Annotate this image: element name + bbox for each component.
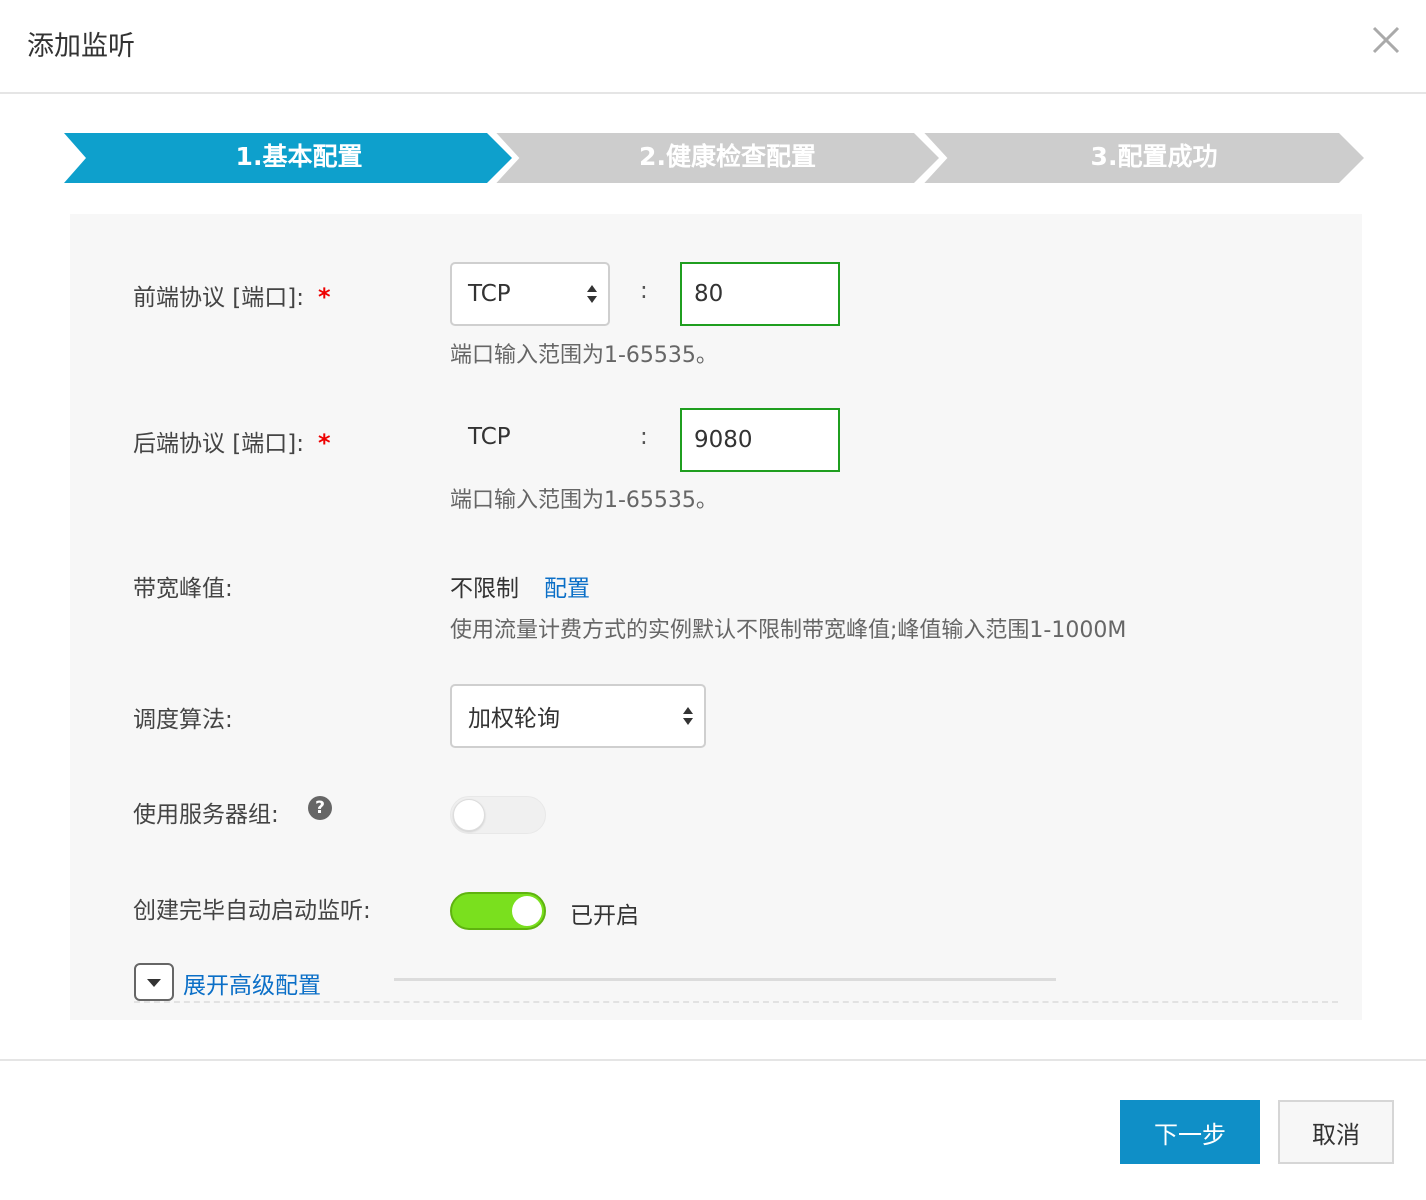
bandwidth-label: 带宽峰值:	[133, 576, 233, 602]
server-group-toggle[interactable]	[450, 796, 546, 834]
frontend-port-input[interactable]: 80	[680, 262, 840, 326]
scheduler-label: 调度算法:	[133, 707, 233, 733]
frontend-port-hint: 端口输入范围为1-65535。	[450, 343, 718, 368]
scheduler-select[interactable]: 加权轮询	[450, 684, 706, 748]
cancel-button[interactable]: 取消	[1278, 1100, 1394, 1164]
dialog-header: 添加监听	[0, 0, 1426, 94]
backend-protocol-label: 后端协议 [端口]: *	[133, 424, 331, 458]
step-1-label: 1.基本配置	[235, 142, 363, 171]
backend-colon: :	[640, 424, 648, 450]
autostart-toggle[interactable]	[450, 892, 546, 930]
frontend-protocol-select[interactable]: TCP	[450, 262, 610, 326]
next-button[interactable]: 下一步	[1120, 1100, 1260, 1164]
chevron-down-icon	[147, 979, 161, 987]
expand-advanced-link[interactable]: 展开高级配置	[183, 966, 321, 1000]
dashed-divider	[134, 1001, 1338, 1003]
toggle-knob	[453, 799, 485, 831]
frontend-protocol-label: 前端协议 [端口]: *	[133, 278, 331, 312]
bandwidth-hint: 使用流量计费方式的实例默认不限制带宽峰值;峰值输入范围1-1000M	[450, 618, 1127, 643]
backend-protocol-value: TCP	[468, 424, 511, 450]
select-arrows-icon	[587, 285, 597, 303]
frontend-colon: :	[640, 278, 648, 304]
select-arrows-icon	[683, 707, 693, 725]
bandwidth-config-link[interactable]: 配置	[544, 569, 590, 603]
bandwidth-value: 不限制	[450, 576, 519, 602]
scheduler-value: 加权轮询	[468, 706, 560, 732]
frontend-protocol-value: TCP	[468, 281, 511, 307]
required-mark: *	[318, 283, 331, 311]
autostart-status: 已开启	[570, 903, 639, 929]
dialog-title: 添加监听	[27, 31, 135, 62]
frontend-label-text: 前端协议 [端口]:	[133, 285, 305, 311]
step-2-label: 2.健康检查配置	[639, 142, 816, 171]
required-mark: *	[318, 429, 331, 457]
expand-advanced-button[interactable]	[134, 963, 174, 1001]
close-icon[interactable]	[1366, 20, 1406, 60]
backend-port-hint: 端口输入范围为1-65535。	[450, 488, 718, 513]
step-indicator: 1.基本配置 2.健康检查配置 3.配置成功	[64, 133, 1364, 183]
backend-label-text: 后端协议 [端口]:	[133, 431, 305, 457]
help-icon[interactable]: ?	[308, 796, 332, 820]
backend-port-input[interactable]: 9080	[680, 408, 840, 472]
autostart-label: 创建完毕自动启动监听:	[133, 898, 371, 924]
server-group-label: 使用服务器组:	[133, 802, 279, 828]
footer-divider	[0, 1059, 1426, 1061]
step-3-label: 3.配置成功	[1090, 142, 1218, 171]
divider	[394, 978, 1056, 981]
toggle-knob	[512, 896, 542, 926]
